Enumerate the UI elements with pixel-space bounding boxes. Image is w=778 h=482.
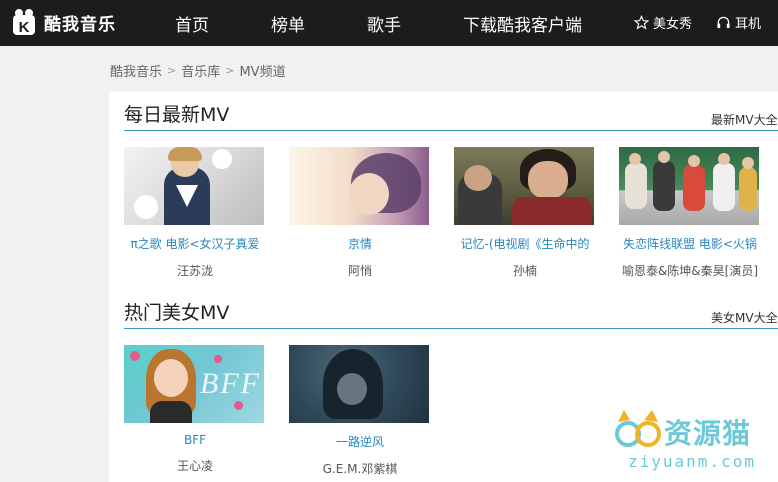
mv-thumbnail[interactable] <box>454 147 594 225</box>
section-divider <box>124 328 778 329</box>
top-navigation-bar: K 酷我音乐 首页 榜单 歌手 下载酷我客户端 美女秀 耳机 <box>0 0 778 46</box>
mv-thumbnail[interactable] <box>289 147 429 225</box>
nav-beauty-show[interactable]: 美女秀 <box>634 13 692 32</box>
watermark-title: 资源猫 <box>664 417 752 450</box>
section-divider <box>124 130 778 131</box>
nav-headphones-label: 耳机 <box>735 17 762 32</box>
logo-text: 酷我音乐 <box>44 14 116 35</box>
mv-card[interactable]: 失恋阵线联盟 电影<火锅 喻恩泰&陈坤&秦昊[演员] <box>619 147 761 279</box>
mv-title[interactable]: BFF <box>124 433 266 447</box>
star-icon <box>634 15 649 30</box>
breadcrumb-home[interactable]: 酷我音乐 <box>110 61 162 80</box>
mv-artist[interactable]: 阿悄 <box>289 262 431 279</box>
mv-title[interactable]: 京情 <box>289 235 431 252</box>
mv-artist[interactable]: G.E.M.邓紫棋 <box>289 460 431 477</box>
mv-card[interactable]: BFF BFF 王心凌 <box>124 345 266 474</box>
watermark: 资源猫 ziyuanm.com <box>612 408 772 478</box>
breadcrumb: 酷我音乐 > 音乐库 > MV频道 <box>110 61 286 80</box>
mv-card[interactable]: 记忆-(电视剧《生命中的 孙楠 <box>454 147 596 279</box>
mv-artist[interactable]: 孙楠 <box>454 262 596 279</box>
breadcrumb-mv-channel[interactable]: MV频道 <box>239 61 285 80</box>
nav-beauty-show-label: 美女秀 <box>653 17 693 32</box>
watermark-url: ziyuanm.com <box>628 452 756 471</box>
more-link-beauty-mv[interactable]: 美女MV大全 <box>711 309 778 326</box>
nav-charts[interactable]: 榜单 <box>271 11 305 36</box>
bff-thumbnail-lettering: BFF <box>200 367 261 400</box>
nav-home[interactable]: 首页 <box>175 11 209 36</box>
more-link-new-mv[interactable]: 最新MV大全 <box>711 111 778 128</box>
cat-logo-icon <box>615 410 661 447</box>
mv-card[interactable]: 一路逆风 G.E.M.邓紫棋 <box>289 345 431 477</box>
mv-thumbnail[interactable]: BFF <box>124 345 264 423</box>
svg-text:K: K <box>19 19 30 36</box>
kuwo-logo-icon: K <box>10 7 40 37</box>
mv-card[interactable]: 京情 阿悄 <box>289 147 431 279</box>
logo[interactable]: K 酷我音乐 <box>10 4 116 40</box>
mv-title[interactable]: 记忆-(电视剧《生命中的 <box>454 235 596 252</box>
mv-title[interactable]: π之歌 电影<女汉子真爱 <box>124 235 266 252</box>
mv-title[interactable]: 一路逆风 <box>289 433 431 450</box>
headphones-icon <box>717 16 730 29</box>
mv-title[interactable]: 失恋阵线联盟 电影<火锅 <box>619 235 761 252</box>
mv-artist[interactable]: 喻恩泰&陈坤&秦昊[演员] <box>619 262 761 279</box>
nav-singers[interactable]: 歌手 <box>367 11 401 36</box>
mv-card[interactable]: π之歌 电影<女汉子真爱 汪苏泷 <box>124 147 266 279</box>
mv-thumbnail[interactable] <box>289 345 429 423</box>
mv-thumbnail[interactable] <box>619 147 759 225</box>
nav-headphones[interactable]: 耳机 <box>716 13 761 32</box>
mv-artist[interactable]: 王心凌 <box>124 457 266 474</box>
mv-artist[interactable]: 汪苏泷 <box>124 262 266 279</box>
breadcrumb-separator: > <box>167 64 177 77</box>
breadcrumb-music-library[interactable]: 音乐库 <box>181 61 220 80</box>
nav-download-client[interactable]: 下载酷我客户端 <box>463 11 582 36</box>
mv-thumbnail[interactable] <box>124 147 264 225</box>
section-title-hot-beauty-mv: 热门美女MV <box>124 302 230 324</box>
section-title-daily-new-mv: 每日最新MV <box>124 104 230 126</box>
breadcrumb-separator: > <box>225 64 235 77</box>
